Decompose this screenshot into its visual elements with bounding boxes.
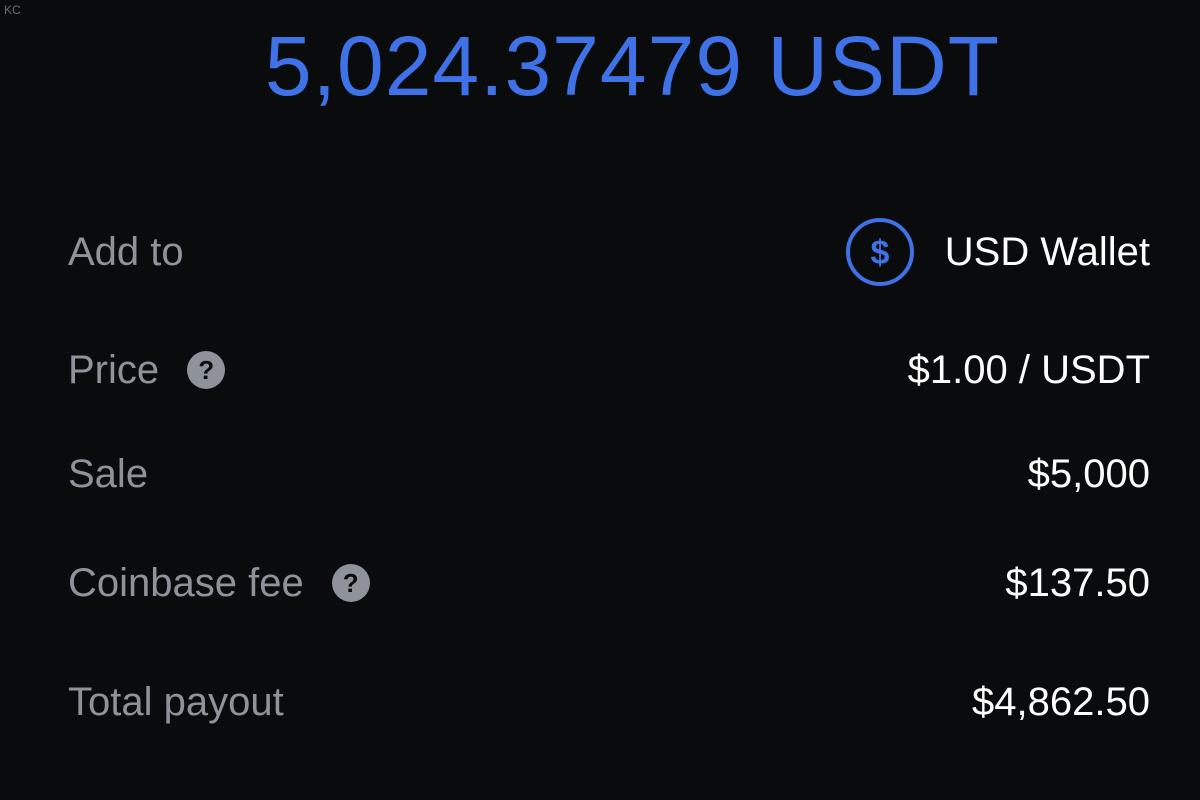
dollar-circle-icon: $ <box>845 218 914 286</box>
total-label-group: Total payout <box>68 680 284 725</box>
total-payout-row: Total payout $4,862.50 <box>68 672 1150 732</box>
crypto-amount: 5,024.37479 USDT <box>264 19 1001 113</box>
total-payout-value: $4,862.50 <box>972 679 1150 724</box>
add-to-label: Add to <box>68 229 184 274</box>
sell-preview-screen: KC 5,024.37479 USDT Add to $ USD Wallet … <box>0 0 1200 800</box>
price-label: Price <box>68 347 160 392</box>
fee-help-icon[interactable]: ? <box>331 564 370 602</box>
sale-label: Sale <box>68 451 149 496</box>
add-to-row: Add to $ USD Wallet <box>68 218 1150 286</box>
fee-value: $137.50 <box>1005 560 1150 605</box>
add-to-label-group: Add to <box>68 230 184 275</box>
wallet-name: USD Wallet <box>944 229 1150 274</box>
fee-label: Coinbase fee <box>68 560 304 605</box>
fee-row: Coinbase fee ? $137.50 <box>68 553 1150 613</box>
svg-text:$: $ <box>870 234 889 272</box>
price-label-group: Price ? <box>68 347 226 393</box>
sale-label-group: Sale <box>68 452 148 497</box>
sale-row: Sale $5,000 <box>68 444 1150 504</box>
price-help-icon[interactable]: ? <box>187 351 226 389</box>
fee-label-group: Coinbase fee ? <box>68 561 370 606</box>
sale-value: $5,000 <box>1027 451 1150 496</box>
price-row: Price ? $1.00 / USDT <box>68 340 1150 400</box>
price-value: $1.00 / USDT <box>907 347 1150 392</box>
wallet-selector[interactable]: $ USD Wallet <box>845 217 1150 287</box>
watermark: KC <box>4 3 21 17</box>
total-payout-label: Total payout <box>68 679 284 724</box>
